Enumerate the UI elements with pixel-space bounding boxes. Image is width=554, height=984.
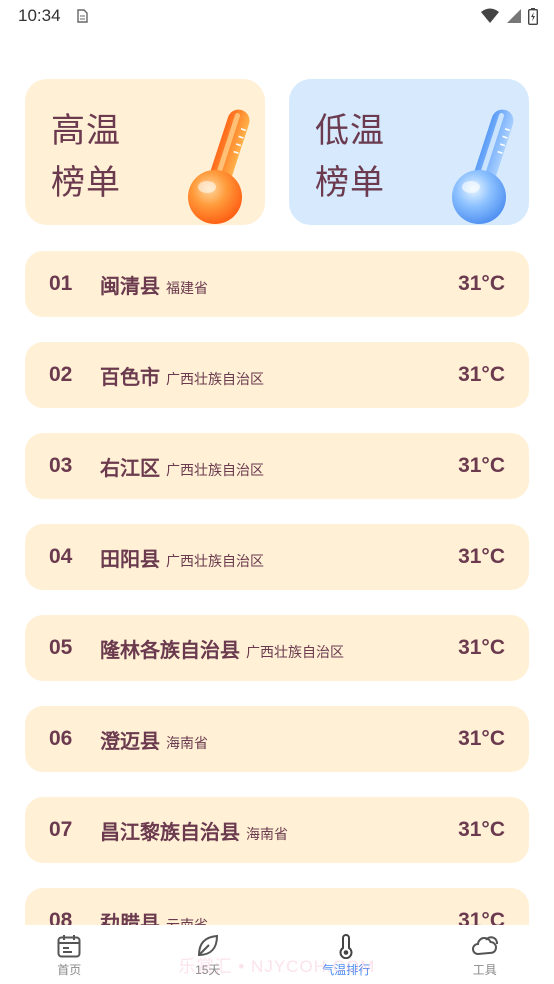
province-name: 福建省 <box>166 279 208 296</box>
status-bar: 10:34 <box>0 0 554 32</box>
nav-home[interactable]: 首页 <box>0 925 139 984</box>
rank-location: 昌江黎族自治县 海南省 <box>100 816 288 845</box>
ranking-row[interactable]: 04 田阳县 广西壮族自治区 31°C <box>25 524 529 590</box>
high-temp-title-line1: 高温 <box>51 112 121 150</box>
high-temp-title: 高温 榜单 <box>51 105 141 209</box>
city-name: 闽清县 <box>100 275 160 298</box>
province-name: 海南省 <box>246 825 288 842</box>
temperature-value: 31°C <box>458 272 505 295</box>
province-name: 广西壮族自治区 <box>246 643 344 660</box>
nav-15days[interactable]: 15天 <box>139 925 278 984</box>
rank-number: 02 <box>49 363 73 386</box>
nav-temp-ranking-label: 气温排行 <box>322 963 371 977</box>
city-name: 右江区 <box>100 457 160 480</box>
leaf-icon <box>195 933 221 959</box>
ranking-row[interactable]: 03 右江区 广西壮族自治区 31°C <box>25 433 529 499</box>
temperature-value: 31°C <box>458 636 505 659</box>
province-name: 广西壮族自治区 <box>166 461 264 478</box>
wifi-icon <box>480 8 500 24</box>
calendar-icon <box>56 933 82 959</box>
rank-number: 05 <box>49 636 73 659</box>
ranking-row[interactable]: 02 百色市 广西壮族自治区 31°C <box>25 342 529 408</box>
province-name: 广西壮族自治区 <box>166 552 264 569</box>
rank-location: 右江区 广西壮族自治区 <box>100 452 264 481</box>
temperature-value: 31°C <box>458 727 505 750</box>
high-temp-title-line2: 榜单 <box>51 164 121 202</box>
ranking-row[interactable]: 06 澄迈县 海南省 31°C <box>25 706 529 772</box>
ranking-row[interactable]: 05 隆林各族自治县 广西壮族自治区 31°C <box>25 615 529 681</box>
rank-number: 07 <box>49 818 73 841</box>
low-temp-title-line1: 低温 <box>315 112 385 150</box>
rank-location: 澄迈县 海南省 <box>100 725 208 754</box>
city-name: 澄迈县 <box>100 730 160 753</box>
nav-home-label: 首页 <box>57 963 82 977</box>
rank-location: 闽清县 福建省 <box>100 270 208 299</box>
hero-row: 高温 榜单 低温 榜单 <box>25 79 529 225</box>
city-name: 隆林各族自治县 <box>100 639 240 662</box>
ranking-row[interactable]: 07 昌江黎族自治县 海南省 31°C <box>25 797 529 863</box>
ranking-list: 01 闽清县 福建省 31°C 02 百色市 广西壮族自治区 31°C 03 右江区 广西壮族自治区… <box>25 251 529 979</box>
nav-tools-label: 工具 <box>472 963 497 977</box>
rank-location: 田阳县 广西壮族自治区 <box>100 543 264 572</box>
hot-thermometer-icon <box>183 101 263 225</box>
cloud-icon <box>470 933 500 959</box>
bottom-nav: 首页 15天 气温排行 工具 <box>0 925 554 984</box>
nav-tools[interactable]: 工具 <box>416 925 554 984</box>
city-name: 百色市 <box>100 366 160 389</box>
cold-thermometer-icon <box>447 101 527 225</box>
sim-card-icon <box>75 9 89 23</box>
city-name: 田阳县 <box>100 548 160 571</box>
low-temp-title-line2: 榜单 <box>315 164 385 202</box>
temperature-value: 31°C <box>458 545 505 568</box>
rank-location: 百色市 广西壮族自治区 <box>100 361 264 390</box>
nav-temp-ranking[interactable]: 气温排行 <box>277 925 416 984</box>
low-temp-title: 低温 榜单 <box>315 105 405 209</box>
battery-icon <box>528 7 538 25</box>
nav-15days-label: 15天 <box>195 963 221 977</box>
temperature-value: 31°C <box>458 363 505 386</box>
rank-number: 04 <box>49 545 73 568</box>
rank-location: 隆林各族自治县 广西壮族自治区 <box>100 634 344 663</box>
temperature-value: 31°C <box>458 454 505 477</box>
rank-number: 01 <box>49 272 73 295</box>
high-temp-ranking-card[interactable]: 高温 榜单 <box>25 79 265 225</box>
signal-icon <box>506 8 522 24</box>
thermometer-icon <box>333 933 359 959</box>
low-temp-ranking-card[interactable]: 低温 榜单 <box>289 79 529 225</box>
rank-number: 06 <box>49 727 73 750</box>
rank-number: 03 <box>49 454 73 477</box>
ranking-row[interactable]: 01 闽清县 福建省 31°C <box>25 251 529 317</box>
city-name: 昌江黎族自治县 <box>100 821 240 844</box>
status-time: 10:34 <box>18 6 61 25</box>
temperature-value: 31°C <box>458 818 505 841</box>
province-name: 广西壮族自治区 <box>166 370 264 387</box>
province-name: 海南省 <box>166 734 208 751</box>
